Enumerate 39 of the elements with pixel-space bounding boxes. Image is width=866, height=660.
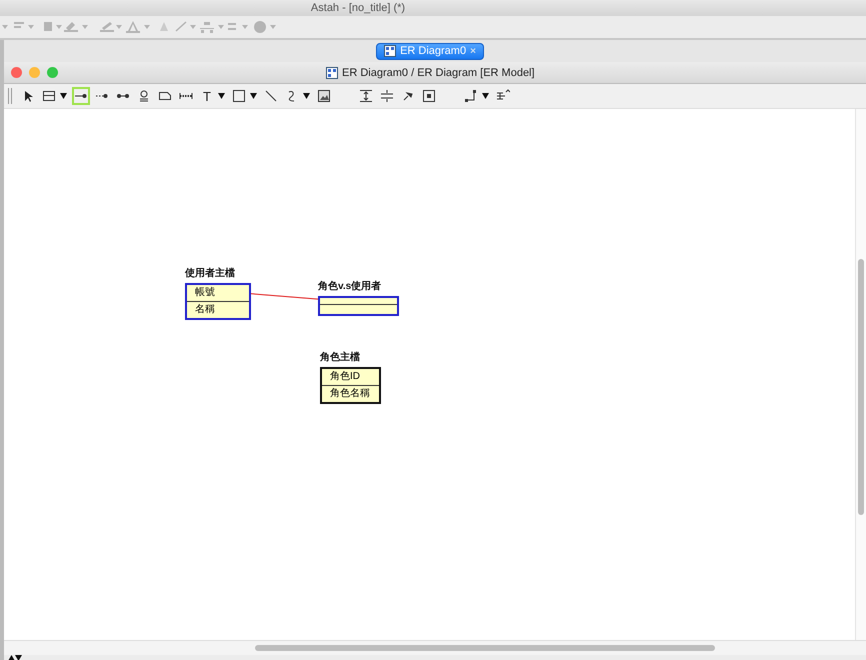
- entity-name: 使用者主檔: [185, 266, 236, 280]
- caret-icon[interactable]: [250, 93, 257, 99]
- attribute-row[interactable]: 帳號: [187, 285, 249, 301]
- image-tool[interactable]: [315, 87, 333, 105]
- note-icon: [158, 89, 172, 103]
- caret-icon[interactable]: [303, 93, 310, 99]
- line-icon: [264, 89, 278, 103]
- align-icon: [380, 89, 394, 103]
- caret-icon[interactable]: [218, 93, 225, 99]
- rectangle-tool[interactable]: [230, 87, 248, 105]
- attribute-row[interactable]: 角色ID: [322, 369, 379, 385]
- image-icon: [317, 89, 331, 103]
- entity-icon: [42, 89, 56, 103]
- attribute-row[interactable]: 名稱: [187, 301, 249, 318]
- diagram-canvas[interactable]: 使用者主檔 帳號 名稱 角色v.s使用者 角色主檔 角色ID 角色名稱: [4, 109, 855, 640]
- diagram-icon: [326, 66, 338, 78]
- attribute-row[interactable]: 角色名稱: [322, 385, 379, 402]
- diagram-title: ER Diagram0 / ER Diagram [ER Model]: [342, 66, 535, 78]
- align-tool[interactable]: [378, 87, 396, 105]
- connector-icon: [464, 89, 478, 103]
- entity-box[interactable]: 帳號 名稱: [185, 283, 251, 320]
- entity-box[interactable]: [318, 296, 399, 316]
- identifying-tool[interactable]: [72, 87, 90, 105]
- tab-label: ER Diagram0: [400, 45, 466, 57]
- frame-tool[interactable]: [420, 87, 438, 105]
- text-tool[interactable]: T: [198, 87, 216, 105]
- spacing-tool[interactable]: [357, 87, 375, 105]
- spacing-icon: [359, 89, 373, 103]
- entity-name: 角色v.s使用者: [318, 280, 382, 293]
- entity-name: 角色主檔: [320, 350, 361, 364]
- entity-box[interactable]: 角色ID 角色名稱: [320, 367, 381, 404]
- diagram-icon: [384, 45, 396, 57]
- caret-icon[interactable]: [482, 93, 489, 99]
- frame-icon: [422, 89, 436, 103]
- scrollbar-thumb[interactable]: [255, 645, 715, 651]
- rectangle-icon: [232, 89, 246, 103]
- window-title: Astah - [no_title] (*): [310, 2, 406, 14]
- caret-icon[interactable]: [60, 93, 67, 99]
- scrollbar-thumb[interactable]: [858, 259, 864, 515]
